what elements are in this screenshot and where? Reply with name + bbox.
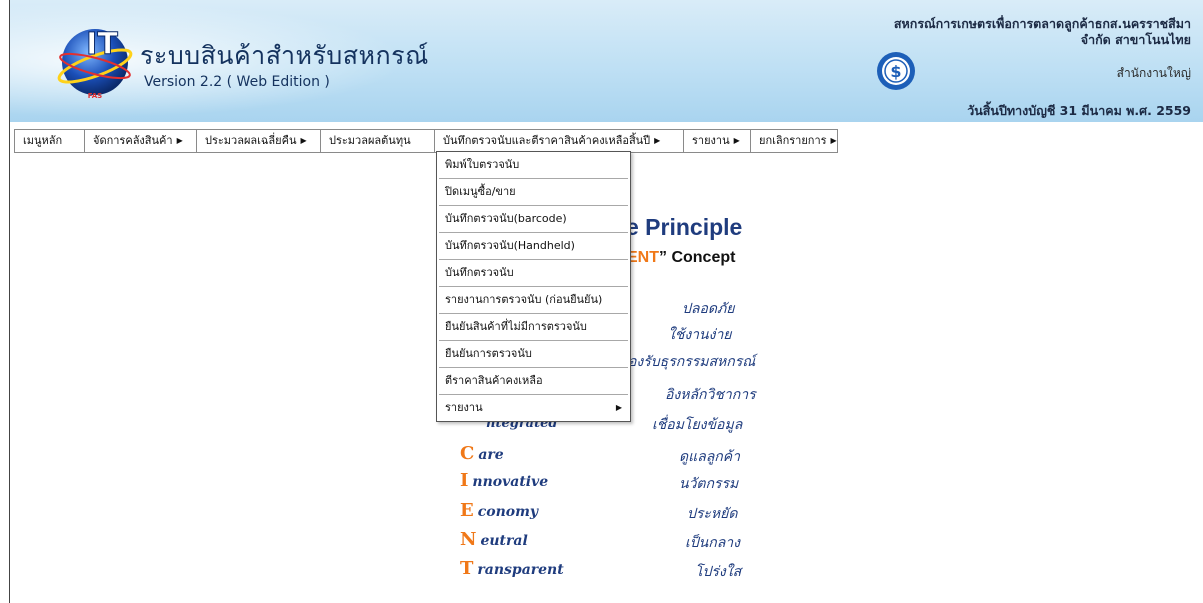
client-thai-economy: ประหยัด bbox=[687, 506, 738, 522]
branch-office-label: สำนักงานใหญ่ bbox=[1116, 66, 1191, 80]
menu-cost-processing-label: ประมวลผลต้นทุน bbox=[329, 134, 411, 147]
menu-reports[interactable]: รายงาน ▶ bbox=[684, 130, 751, 152]
client-thai-neutral: เป็นกลาง bbox=[685, 535, 740, 551]
logo-small-text: FAS bbox=[88, 92, 102, 100]
dd-record-count-handheld[interactable]: บันทึกตรวจนับ(Handheld) bbox=[439, 233, 628, 260]
dd-reports-label: รายงาน bbox=[445, 401, 483, 414]
principle-thai-3: องรับธุรกรรมสหกรณ์ bbox=[628, 354, 756, 370]
client-word-neutral: Neutral bbox=[460, 529, 528, 550]
logo-text: IT bbox=[86, 27, 118, 62]
fiscal-year-end: วันสิ้นปีทางบัญชี 31 มีนาคม พ.ศ. 2559 bbox=[967, 103, 1191, 118]
menu-cancel-transaction[interactable]: ยกเลิกรายการ ▶ bbox=[751, 130, 837, 152]
dd-confirm-uncounted-items[interactable]: ยืนยันสินค้าที่ไม่มีการตรวจนับ bbox=[439, 314, 628, 341]
submenu-arrow-icon: ▶ bbox=[300, 136, 307, 145]
dollar-coin-icon: $ bbox=[877, 52, 915, 90]
dd-print-count-sheet[interactable]: พิมพ์ใบตรวจนับ bbox=[439, 152, 628, 179]
submenu-arrow-icon: ▶ bbox=[615, 403, 622, 412]
dd-record-count-barcode[interactable]: บันทึกตรวจนับ(barcode) bbox=[439, 206, 628, 233]
client-word-innovative: Innovative bbox=[460, 470, 549, 491]
menu-stock-count[interactable]: บันทึกตรวจนับและตีราคาสินค้าคงเหลือสิ้นป… bbox=[435, 130, 684, 152]
menu-cancel-transaction-label: ยกเลิกรายการ bbox=[759, 134, 827, 147]
menu-reports-label: รายงาน bbox=[692, 134, 730, 147]
menu-average-return[interactable]: ประมวลผลเฉลี่ยคืน ▶ bbox=[197, 130, 321, 152]
organization-branch-name: จำกัด สาขาโนนไทย bbox=[1080, 32, 1191, 47]
app-logo: IT FAS bbox=[57, 27, 133, 100]
menu-warehouse[interactable]: จัดการคลังสินค้า ▶ bbox=[85, 130, 197, 152]
client-thai-care: ดูแลลูกค้า bbox=[679, 449, 740, 465]
submenu-arrow-icon: ▶ bbox=[733, 136, 740, 145]
menu-warehouse-label: จัดการคลังสินค้า bbox=[93, 134, 173, 147]
dd-confirm-count[interactable]: ยืนยันการตรวจนับ bbox=[439, 341, 628, 368]
header-divider bbox=[10, 122, 1203, 127]
submenu-arrow-icon: ▶ bbox=[654, 136, 661, 145]
client-word-transparent: Transparent bbox=[460, 558, 564, 579]
menu-average-return-label: ประมวลผลเฉลี่ยคืน bbox=[205, 134, 297, 147]
main-menu-bar: เมนูหลัก จัดการคลังสินค้า ▶ ประมวลผลเฉลี่… bbox=[14, 129, 838, 153]
principle-title: e Principle bbox=[626, 214, 743, 240]
dd-count-report-before-confirm[interactable]: รายงานการตรวจนับ (ก่อนยืนยัน) bbox=[439, 287, 628, 314]
menu-main-label: เมนูหลัก bbox=[23, 134, 63, 147]
stock-count-dropdown: พิมพ์ใบตรวจนับ ปิดเมนูซื้อ/ขาย บันทึกตรว… bbox=[436, 151, 631, 422]
menu-cost-processing[interactable]: ประมวลผลต้นทุน bbox=[321, 130, 435, 152]
principle-thai-2: ใช้งานง่าย bbox=[668, 327, 732, 343]
menu-stock-count-label: บันทึกตรวจนับและตีราคาสินค้าคงเหลือสิ้นป… bbox=[443, 134, 651, 147]
dd-close-buy-sell-menu[interactable]: ปิดเมนูซื้อ/ขาย bbox=[439, 179, 628, 206]
principle-thai-4: อิงหลักวิชาการ bbox=[665, 387, 756, 403]
client-word-care: Care bbox=[460, 443, 504, 464]
client-thai-transparent: โปร่งใส bbox=[695, 564, 742, 580]
client-word-economy: Economy bbox=[460, 500, 539, 521]
principle-thai-5: เชื่อมโยงข้อมูล bbox=[652, 417, 743, 433]
dd-record-count[interactable]: บันทึกตรวจนับ bbox=[439, 260, 628, 287]
app-title: ระบบสินค้าสำหรับสหกรณ์ bbox=[140, 41, 429, 70]
principle-thai-1: ปลอดภัย bbox=[682, 301, 735, 317]
app-header: IT FAS ระบบสินค้าสำหรับสหกรณ์ Version 2.… bbox=[10, 0, 1203, 122]
dd-price-remaining-stock[interactable]: ตีราคาสินค้าคงเหลือ bbox=[439, 368, 628, 395]
menu-main[interactable]: เมนูหลัก bbox=[15, 130, 85, 152]
concept-rest-text: ” Concept bbox=[659, 249, 736, 266]
concept-subtitle: ENT” Concept bbox=[627, 249, 735, 267]
svg-text:$: $ bbox=[890, 62, 901, 81]
dd-reports-submenu[interactable]: รายงาน ▶ bbox=[439, 395, 628, 421]
client-thai-innovative: นวัตกรรม bbox=[679, 476, 739, 492]
concept-orange-text: ENT bbox=[627, 249, 659, 266]
app-version: Version 2.2 ( Web Edition ) bbox=[144, 74, 330, 90]
submenu-arrow-icon: ▶ bbox=[830, 136, 837, 145]
submenu-arrow-icon: ▶ bbox=[176, 136, 183, 145]
